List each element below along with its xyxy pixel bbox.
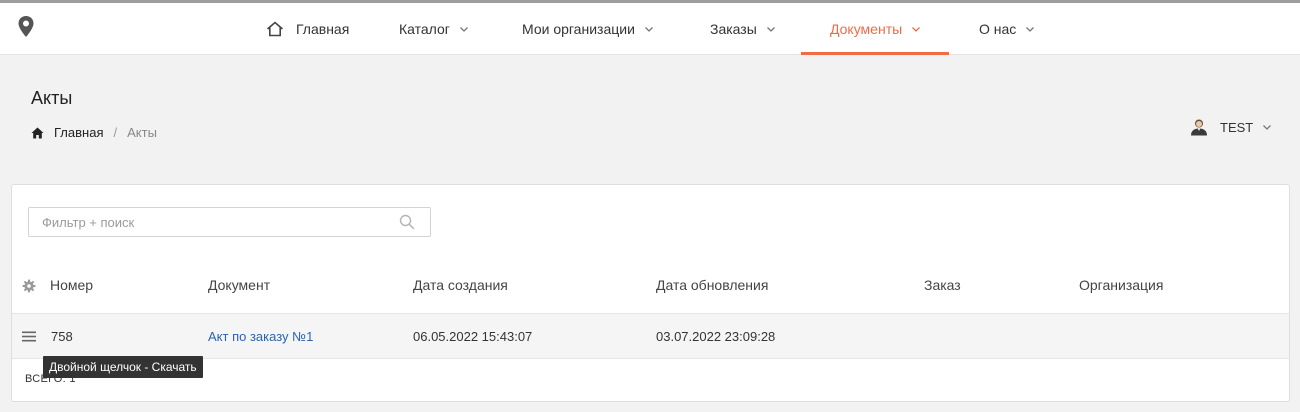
table-row[interactable]: 758 Акт по заказу №1 06.05.2022 15:43:07… [12, 313, 1289, 359]
chevron-down-icon [766, 26, 775, 32]
nav-item-orders[interactable]: Заказы [710, 3, 776, 54]
breadcrumb-separator: / [113, 125, 118, 140]
search-icon[interactable] [399, 214, 415, 230]
breadcrumb-home-label: Главная [54, 125, 104, 140]
location-pin-icon[interactable] [17, 15, 35, 39]
nav-item-documents[interactable]: Документы [830, 3, 921, 54]
chevron-down-icon [1263, 125, 1272, 130]
nav-item-label: Главная [296, 20, 350, 37]
column-header-number[interactable]: Номер [50, 277, 93, 293]
cell-created: 06.05.2022 15:43:07 [413, 329, 533, 344]
nav-item-label: Каталог [399, 20, 450, 37]
tooltip: Двойной щелчок - Скачать [43, 356, 203, 378]
user-name: TEST [1220, 119, 1254, 135]
documents-card: Номер Документ Дата создания Дата обновл… [11, 184, 1290, 402]
breadcrumb-home[interactable]: Главная [31, 125, 103, 140]
table-header: Номер Документ Дата создания Дата обновл… [12, 265, 1289, 313]
top-navbar: Главная Каталог Мои организации Заказы Д… [0, 3, 1300, 55]
nav-item-label: Мои организации [522, 20, 635, 37]
column-header-organization[interactable]: Организация [1079, 277, 1163, 293]
column-header-updated[interactable]: Дата обновления [656, 277, 768, 293]
home-icon [31, 127, 44, 138]
nav-item-my-organizations[interactable]: Мои организации [522, 3, 654, 54]
column-header-document[interactable]: Документ [208, 277, 270, 293]
nav-item-label: Заказы [710, 20, 757, 37]
user-icon [1191, 119, 1207, 136]
nav-active-indicator [801, 52, 949, 55]
nav-item-label: Документы [830, 20, 903, 37]
search-input[interactable] [29, 208, 399, 236]
nav-item-catalog[interactable]: Каталог [399, 3, 469, 54]
nav-item-home[interactable]: Главная [266, 3, 349, 54]
menu-icon[interactable] [22, 331, 36, 342]
breadcrumb: Главная / Акты [31, 125, 157, 140]
page-title: Акты [31, 88, 73, 108]
search-box [28, 207, 431, 237]
breadcrumb-current: Акты [127, 125, 157, 140]
user-menu[interactable]: TEST [1190, 118, 1272, 136]
chevron-down-icon [912, 26, 921, 32]
chevron-down-icon [459, 26, 468, 32]
nav-item-about[interactable]: О нас [979, 3, 1035, 54]
chevron-down-icon [644, 26, 653, 32]
column-header-created[interactable]: Дата создания [413, 277, 508, 293]
home-icon [266, 20, 284, 36]
cell-number: 758 [51, 329, 73, 344]
nav-item-label: О нас [979, 20, 1017, 37]
gear-icon[interactable] [22, 279, 36, 293]
column-header-order[interactable]: Заказ [924, 277, 961, 293]
cell-document-link[interactable]: Акт по заказу №1 [208, 329, 313, 344]
cell-updated: 03.07.2022 23:09:28 [656, 329, 776, 344]
chevron-down-icon [1026, 26, 1035, 32]
